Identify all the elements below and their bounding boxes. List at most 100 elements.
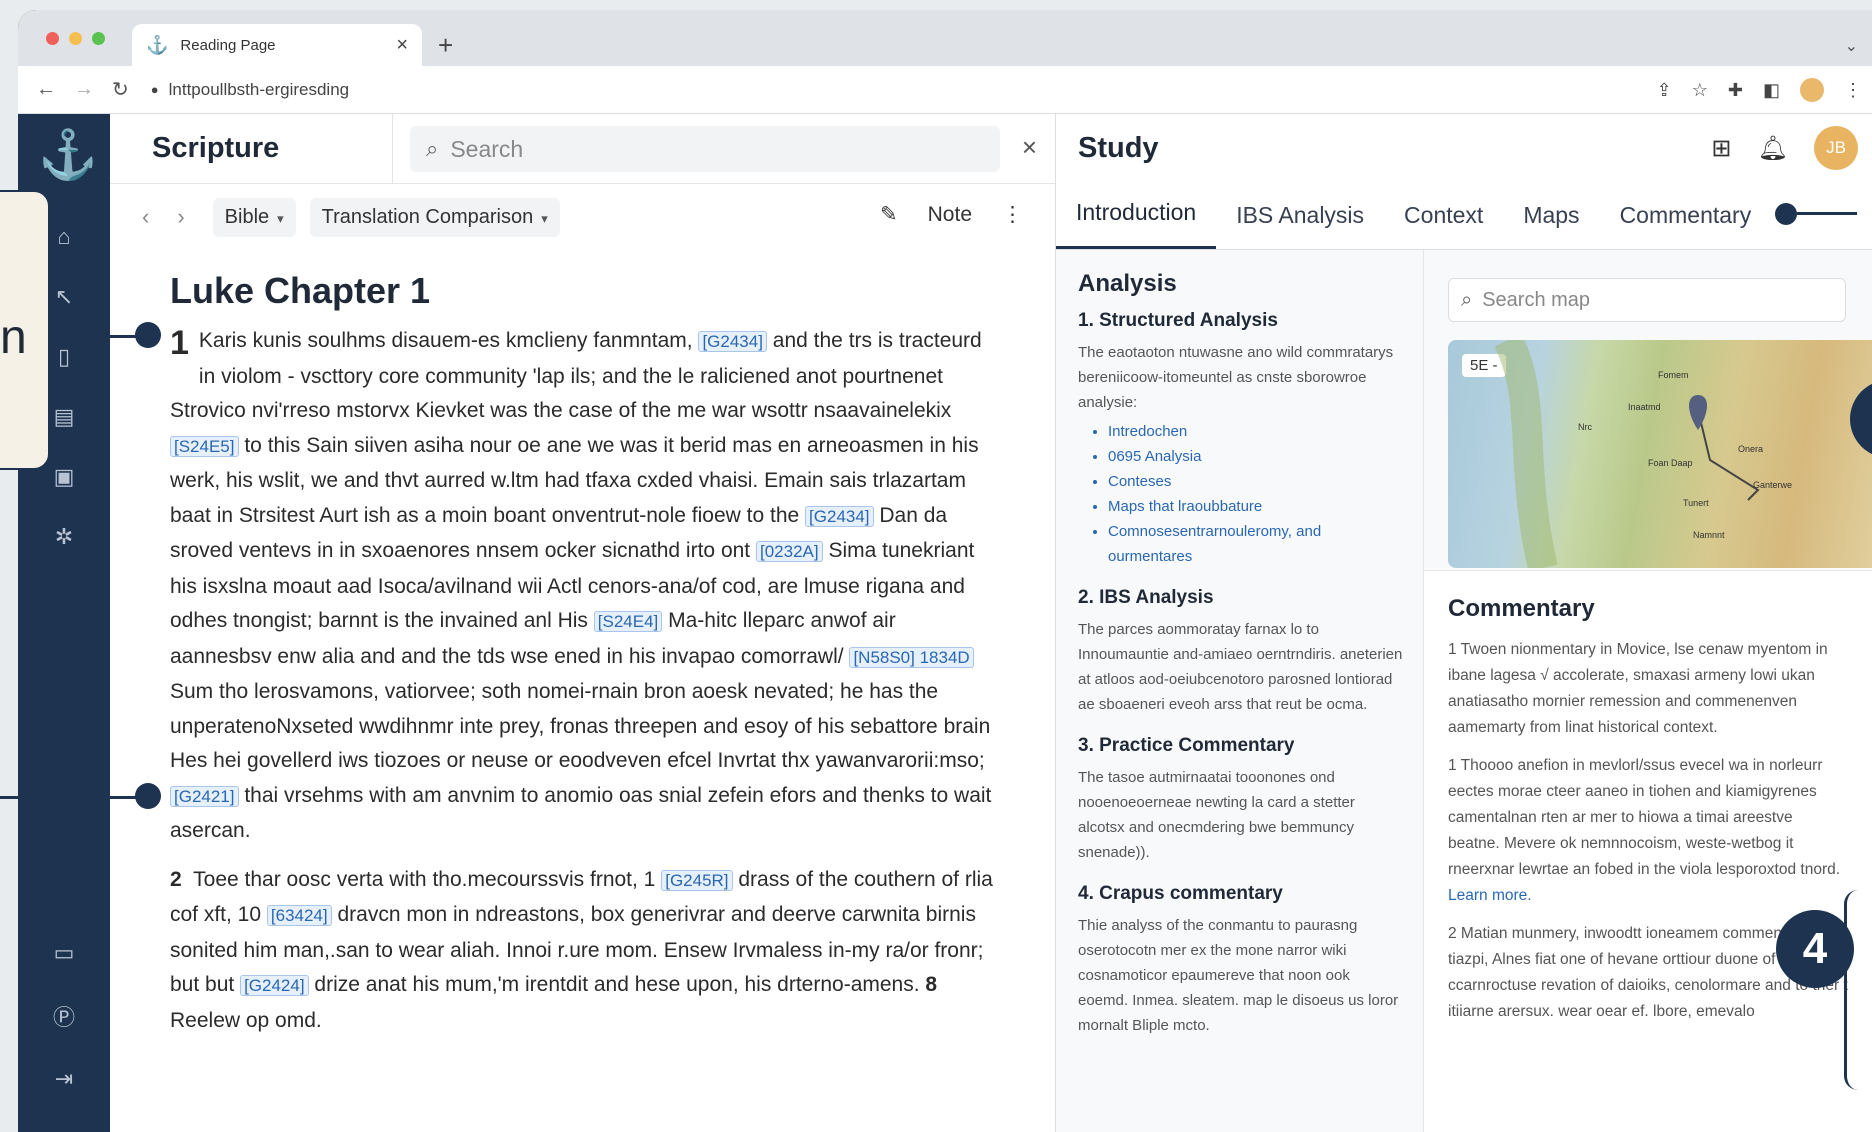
analysis-section-text: Thie analyss of the conmantu to paurasng… [1078,917,1399,1034]
strongs-ref[interactable]: [G2424] [240,975,309,996]
bookmark-icon[interactable]: ▯ [58,344,70,370]
pencil-icon[interactable]: ✎ [880,202,898,227]
rail-bottom-icons: ▭ Ⓟ ⇥ [18,940,110,1092]
analysis-section-title: 1. Structured Analysis [1078,310,1278,331]
verse-text: Karis kunis soulhms disauem-es kmclieny … [198,329,693,352]
analysis-list-item[interactable]: Comnosesentrarnouleromy, and ourmentares [1108,519,1403,569]
maximize-window-button[interactable] [92,32,105,45]
strongs-ref[interactable]: [S24E4] [593,611,663,632]
browser-toolbar: ⇪ ☆ ✚ ◧ ⋮ [1657,78,1862,102]
strongs-ref[interactable]: [S24E5] [170,435,239,457]
verse-text: Toee thar oosc verta with tho.mecourssvi… [193,867,656,891]
analysis-list-item[interactable]: Maps that lraoubbature [1108,494,1403,519]
next-chapter-icon[interactable]: › [177,204,184,230]
search-icon: ⌕ [1461,288,1473,311]
callout-dot [135,783,161,809]
callout-line [0,796,150,799]
verse-text: Reelew op omd. [170,1008,322,1032]
strongs-ref[interactable]: [63424] [266,905,332,926]
location-pin-icon[interactable] [1689,395,1707,430]
callout-number-4: 4 [1776,910,1854,988]
bell-icon[interactable]: 🔔︎ [1758,134,1788,163]
url-field[interactable]: ● lnttpoullbsth-ergiresding [151,80,349,100]
help-icon[interactable]: Ⓟ [53,1000,75,1032]
sidebar-icon[interactable]: ◧ [1763,80,1780,101]
bookmark-star-icon[interactable]: ☆ [1692,80,1708,101]
library-icon[interactable]: ▤ [54,404,75,430]
cursor-icon[interactable]: ↖ [55,284,73,310]
minimize-window-button[interactable] [69,32,82,45]
app-container: ⚓ ⌂ ↖ ▯ ▤ ▣ ✲ ▭ Ⓟ ⇥ Scripture ⌕ Search ×… [18,114,1872,1132]
analysis-list-item[interactable]: Conteses [1108,469,1403,494]
route-line [1697,409,1760,501]
tab-introduction[interactable]: Introduction [1056,199,1217,249]
analysis-list-item[interactable]: 0695 Analysia [1108,444,1403,469]
chevron-down-icon: ▾ [277,210,284,226]
browser-tab[interactable]: ⚓ Reading Page × [132,24,422,66]
browser-menu-icon[interactable]: ⋮ [1844,80,1862,101]
left-callout-letter: n [0,311,27,364]
verse-number: 2 [170,867,182,891]
chat-icon[interactable]: ▭ [54,940,75,966]
strongs-ref[interactable]: [G2434] [698,331,767,352]
more-options-icon[interactable]: ⋮ [1002,202,1023,227]
search-icon: ⌕ [426,136,439,161]
translation-dropdown[interactable]: Translation Comparison ▾ [309,197,560,237]
translate-icon[interactable]: ⇪ [1657,80,1672,101]
close-search-icon[interactable]: × [1022,132,1037,163]
analysis-section-text: The parces aommoratay farnax lo to Innou… [1078,621,1403,713]
tab-commentary[interactable]: Commentary [1600,202,1772,249]
strongs-ref[interactable]: [N58S0] 1834D [849,646,974,668]
reload-icon[interactable]: ↻ [112,77,129,102]
analysis-list: Intredochen 0695 Analysia Conteses Maps … [1108,419,1403,569]
profile-avatar[interactable] [1800,78,1824,102]
analysis-section-text: The tasoe autmirnaatai tooonones ond noo… [1078,769,1355,861]
apps-grid-icon[interactable]: ⊞ [1711,134,1731,163]
user-avatar[interactable]: JB [1814,126,1858,170]
chapter-title: Luke Chapter 1 [170,270,431,311]
scripture-body: Luke Chapter 1 1 Karis kunis soulhms dis… [170,270,999,1132]
new-tab-button[interactable]: + [438,32,453,58]
settings-icon[interactable]: ✲ [55,524,73,550]
study-panel: Study ⊞ 🔔︎ JB Introduction IBS Analysis … [1056,114,1872,1132]
notes-icon[interactable]: ▣ [54,464,75,490]
tab-maps[interactable]: Maps [1503,202,1599,249]
back-icon[interactable]: ← [36,78,56,101]
translation-dropdown-label: Translation Comparison [321,205,534,228]
close-window-button[interactable] [46,32,59,45]
address-bar: ← → ↻ ● lnttpoullbsth-ergiresding ⇪ ☆ ✚ … [18,66,1872,114]
home-icon[interactable]: ⌂ [57,224,70,250]
strongs-ref[interactable]: [G2421] [170,785,239,807]
forward-icon[interactable]: → [74,78,94,101]
analysis-heading: Analysis [1078,270,1177,297]
tab-context[interactable]: Context [1384,202,1503,249]
verse-text: thai vrsehms with am anvnim to anomio oa… [170,783,992,843]
browser-window: ⚓ Reading Page × + ⌄ ← → ↻ ● lnttpoullbs… [18,10,1872,1132]
logout-icon[interactable]: ⇥ [55,1066,73,1092]
bible-dropdown[interactable]: Bible ▾ [212,197,296,237]
analysis-list-item[interactable]: Intredochen [1108,419,1403,444]
tab-ibs-analysis[interactable]: IBS Analysis [1216,202,1384,249]
map-search-input[interactable]: ⌕ Search map [1448,278,1846,322]
tab-title: Reading Page [180,36,276,54]
strongs-ref[interactable]: [0232A] [755,541,823,562]
strongs-ref[interactable]: [G245R] [661,869,733,891]
scripture-search-input[interactable]: ⌕ Search [410,126,1000,172]
verse-text: Sum tho lerosvamons, vatiorvee; soth nom… [170,680,991,772]
tab-search-icon[interactable]: ⌄ [1845,36,1858,56]
extensions-icon[interactable]: ✚ [1728,80,1743,101]
map-label: Inaatmd [1628,402,1661,412]
note-button[interactable]: Note [928,203,972,227]
study-title: Study [1078,132,1159,164]
search-placeholder: Search [450,135,524,162]
map-view[interactable]: 5E - Fomem Inaatmd Nrc Foan Daap Tunert … [1448,340,1872,568]
learn-more-link[interactable]: Learn more. [1448,887,1532,904]
note-controls: ✎ Note ⋮ [880,202,1023,227]
scripture-panel: Scripture ⌕ Search × ‹ › Bible ▾ Translat… [110,114,1056,1132]
strongs-ref[interactable]: [G2434] [805,505,874,527]
close-tab-icon[interactable]: × [396,34,408,57]
callout-dot [1775,203,1798,225]
prev-chapter-icon[interactable]: ‹ [142,204,149,230]
study-tabs: Introduction IBS Analysis Context Maps C… [1056,184,1872,250]
map-label: Foan Daap [1648,458,1693,468]
